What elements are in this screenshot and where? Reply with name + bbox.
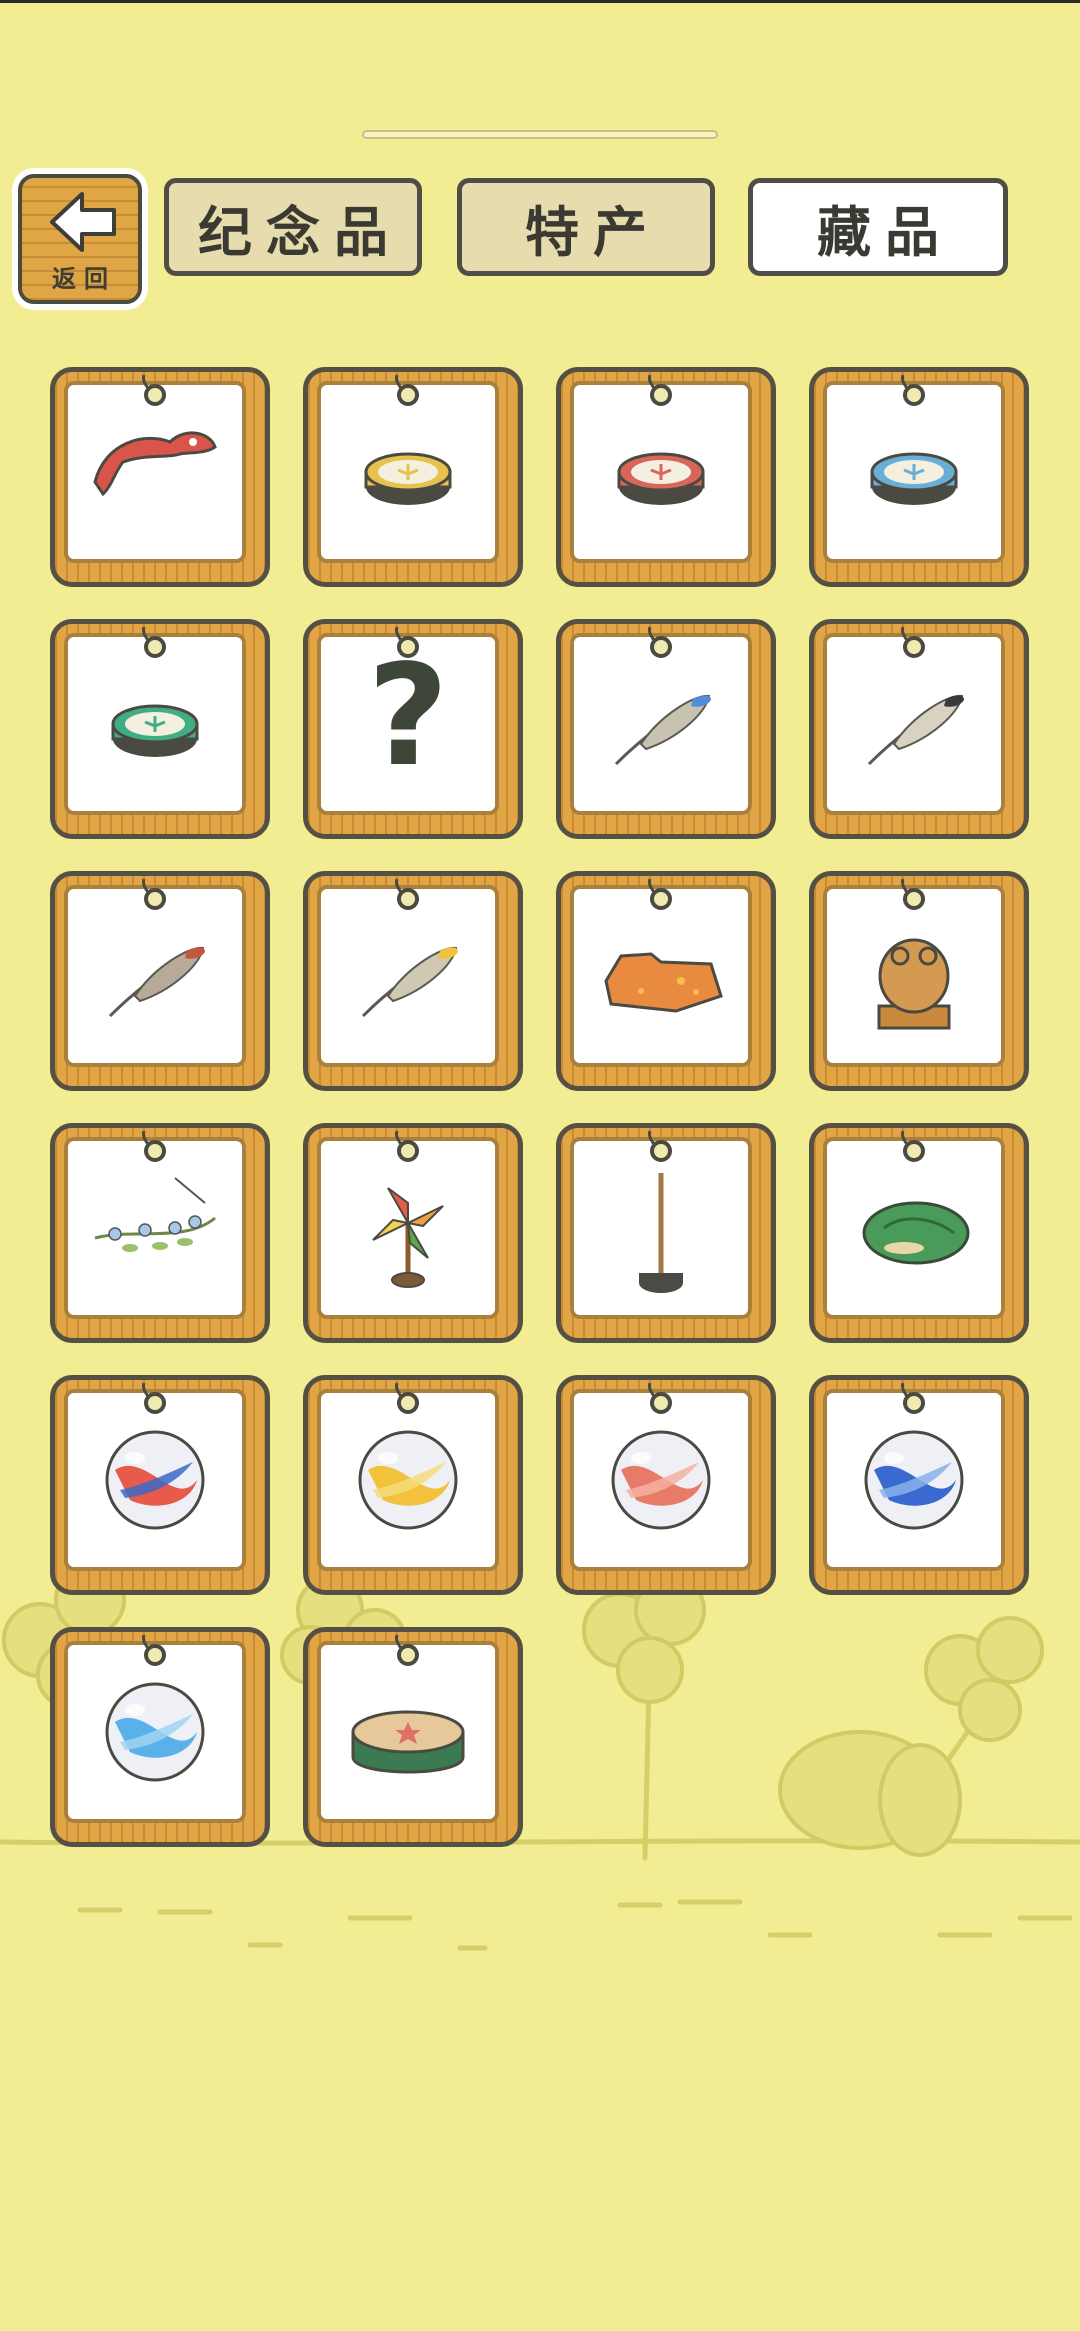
- hanging-ring-icon: [650, 888, 672, 910]
- pinwheel-icon: [317, 1137, 499, 1319]
- collection-item[interactable]: [556, 1375, 776, 1595]
- hanging-ring-icon: [903, 384, 925, 406]
- red-fish-charm-icon: [64, 381, 246, 563]
- back-button-plate: 返回: [18, 174, 142, 304]
- collection-item[interactable]: [809, 871, 1029, 1091]
- collection-item[interactable]: [303, 367, 523, 587]
- tab-specialties[interactable]: 特产: [457, 178, 715, 276]
- question-mark-icon: ?: [317, 633, 499, 815]
- hanging-ring-icon: [903, 1392, 925, 1414]
- collection-item[interactable]: [50, 1627, 270, 1847]
- hanging-ring-icon: [650, 384, 672, 406]
- flower-sprig-icon: [64, 1137, 246, 1319]
- rainbow-marble-icon: [64, 1389, 246, 1571]
- yellow-marble-icon: [317, 1389, 499, 1571]
- hanging-ring-icon: [650, 1392, 672, 1414]
- hanging-ring-icon: [397, 888, 419, 910]
- collection-item[interactable]: [50, 871, 270, 1091]
- hanging-ring-icon: [397, 1140, 419, 1162]
- tab-collectibles[interactable]: 藏品: [748, 178, 1008, 276]
- green-frog-token-icon: [64, 633, 246, 815]
- hanging-ring-icon: [903, 888, 925, 910]
- collection-item[interactable]: [303, 1375, 523, 1595]
- hanging-ring-icon: [903, 1140, 925, 1162]
- collection-item[interactable]: [556, 1123, 776, 1343]
- hanging-ring-icon: [144, 1644, 166, 1666]
- frog-statue-icon: [823, 885, 1005, 1067]
- back-button-label: 返回: [52, 265, 116, 293]
- hanging-ring-icon: [144, 1392, 166, 1414]
- hanging-ring-icon: [144, 636, 166, 658]
- svg-text:?: ?: [367, 644, 448, 798]
- green-drum-icon: [317, 1641, 499, 1823]
- yellow-tip-feather-icon: [317, 885, 499, 1067]
- collection-grid: ?: [50, 367, 1030, 1847]
- collection-item[interactable]: [303, 1627, 523, 1847]
- collection-item[interactable]: [303, 1123, 523, 1343]
- collection-item[interactable]: [809, 367, 1029, 587]
- hanging-ring-icon: [903, 636, 925, 658]
- hanging-ring-icon: [650, 1140, 672, 1162]
- blue-frog-token-icon: [823, 381, 1005, 563]
- collection-item[interactable]: [809, 1123, 1029, 1343]
- blue-marble-icon: [823, 1389, 1005, 1571]
- red-feather-icon: [64, 885, 246, 1067]
- back-button[interactable]: 返回: [12, 168, 148, 310]
- back-arrow-icon: [50, 192, 116, 252]
- orange-cloth-icon: [570, 885, 752, 1067]
- collection-item[interactable]: [303, 871, 523, 1091]
- hanging-ring-icon: [397, 636, 419, 658]
- light-blue-marble-icon: [64, 1641, 246, 1823]
- speckled-feather-icon: [823, 633, 1005, 815]
- collection-item[interactable]: [556, 367, 776, 587]
- red-frog-token-icon: [570, 381, 752, 563]
- hanging-ring-icon: [144, 384, 166, 406]
- hanging-ring-icon: [144, 1140, 166, 1162]
- collection-item[interactable]: [556, 871, 776, 1091]
- collection-item[interactable]: [50, 367, 270, 587]
- collection-item[interactable]: [809, 1375, 1029, 1595]
- collection-item[interactable]: [809, 619, 1029, 839]
- hanging-ring-icon: [397, 384, 419, 406]
- hanging-ring-icon: [397, 1392, 419, 1414]
- collection-item[interactable]: [50, 619, 270, 839]
- yellow-frog-token-icon: [317, 381, 499, 563]
- pink-marble-icon: [570, 1389, 752, 1571]
- hanging-ring-icon: [650, 636, 672, 658]
- wooden-stand-icon: [570, 1137, 752, 1319]
- green-turtle-stone-icon: [823, 1137, 1005, 1319]
- hanging-ring-icon: [397, 1644, 419, 1666]
- collection-item[interactable]: [50, 1375, 270, 1595]
- tab-souvenirs[interactable]: 纪念品: [164, 178, 422, 276]
- collection-item[interactable]: [556, 619, 776, 839]
- blue-tip-feather-icon: [570, 633, 752, 815]
- hanging-ring-icon: [144, 888, 166, 910]
- collection-item[interactable]: ?: [303, 619, 523, 839]
- collection-item[interactable]: [50, 1123, 270, 1343]
